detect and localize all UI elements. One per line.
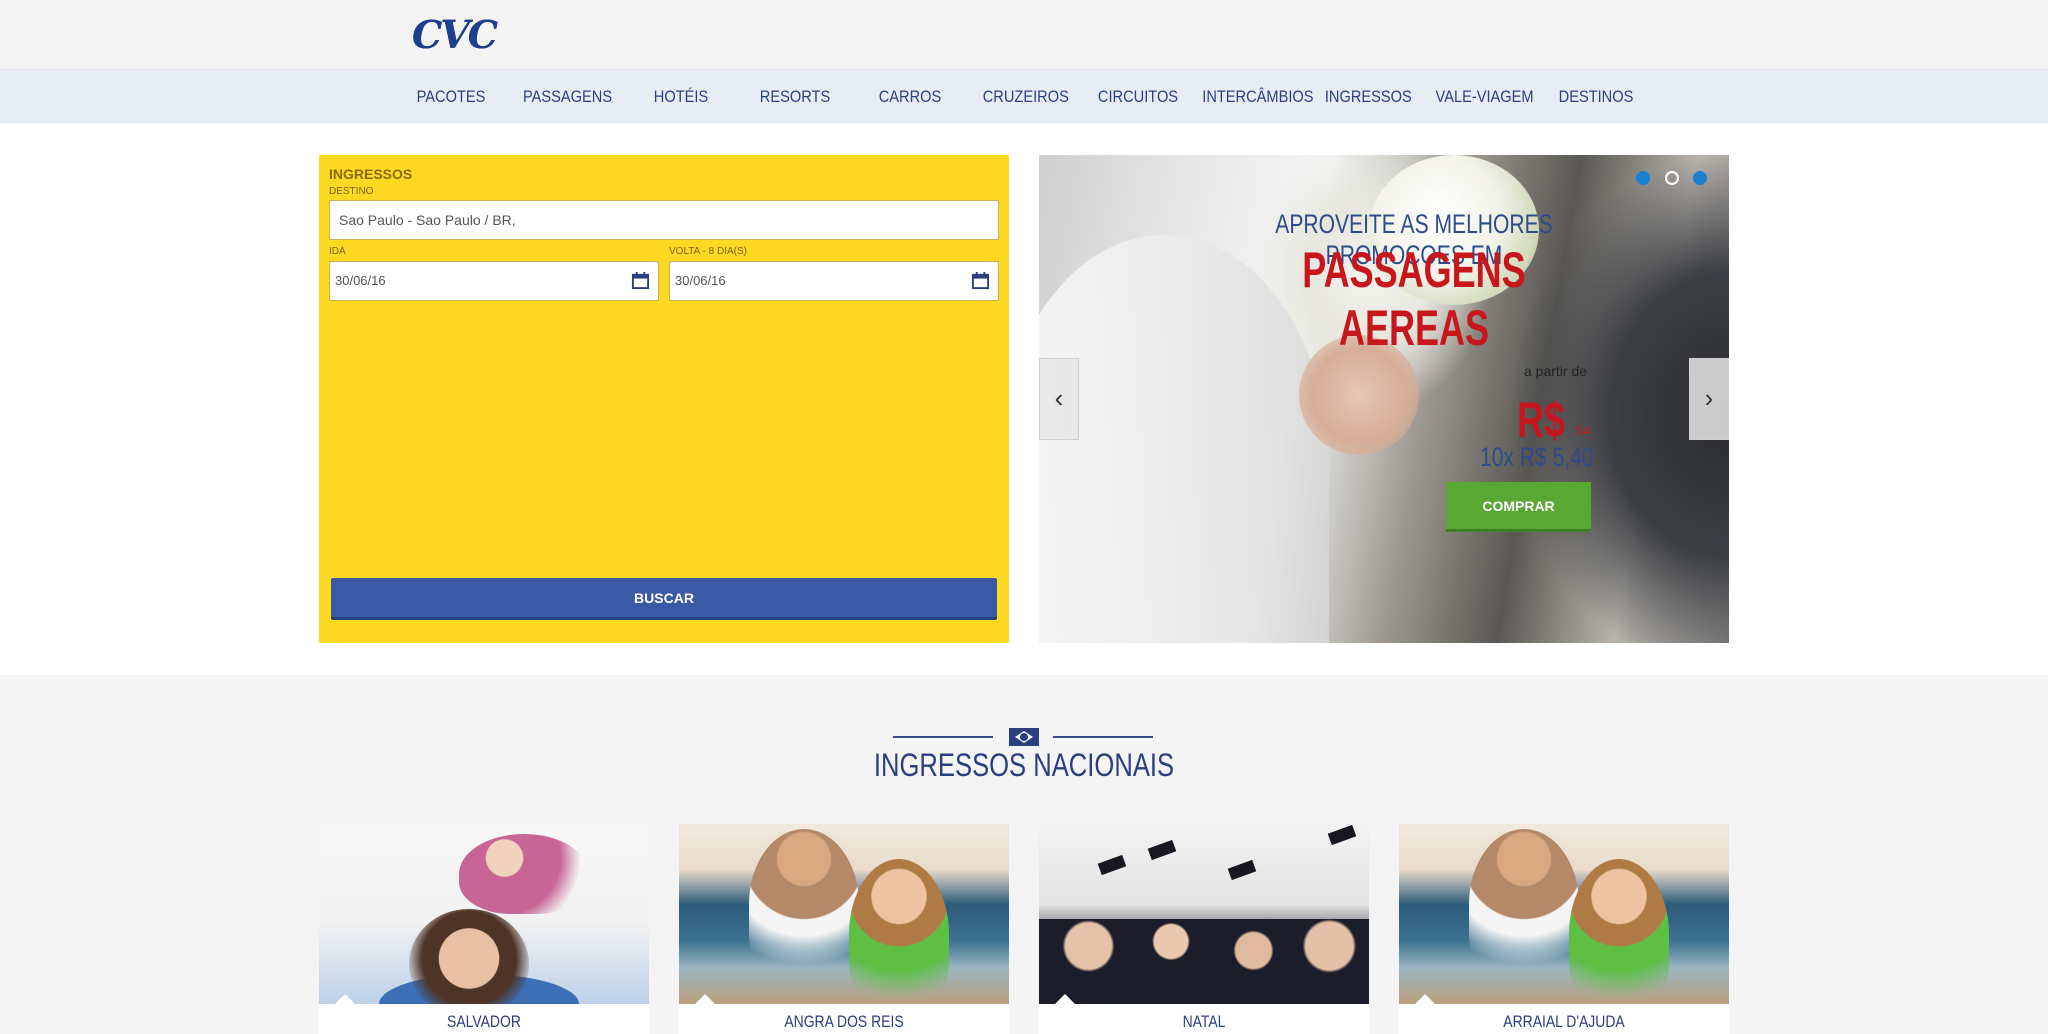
destino-label: DESTINO xyxy=(329,186,374,197)
nav-item-cruzeiros[interactable]: CRUZEIROS xyxy=(983,70,1069,123)
mother-shape xyxy=(749,829,859,979)
destination-card[interactable]: ARRAIAL D'AJUDA xyxy=(1399,824,1729,1034)
chevron-right-icon[interactable]: › xyxy=(1689,358,1729,440)
ida-label: IDA xyxy=(329,246,346,257)
nav-item-passagens[interactable]: PASSAGENS xyxy=(523,70,612,123)
divider-line xyxy=(893,736,993,738)
destination-card[interactable]: ANGRA DOS REIS xyxy=(679,824,1009,1034)
angra-dos-reis-image xyxy=(679,824,1009,1004)
natal-image xyxy=(1039,824,1369,1004)
destination-card[interactable]: NATAL xyxy=(1039,824,1369,1034)
ida-date-input[interactable]: 30/06/16 xyxy=(329,261,659,301)
hero-band xyxy=(0,123,2048,675)
search-button[interactable]: BUSCAR xyxy=(331,578,997,620)
volta-date-input[interactable]: 30/06/16 xyxy=(669,261,999,301)
card-notch xyxy=(1413,994,1437,1006)
father-shape xyxy=(409,909,529,1004)
flag-circle xyxy=(1020,733,1028,741)
promo-banner[interactable]: APROVEITE AS MELHORES PROMOCOES EM PASSA… xyxy=(1039,155,1729,643)
carousel-dot[interactable] xyxy=(1636,171,1651,185)
ida-date-value: 30/06/16 xyxy=(335,273,386,288)
section-title: INGRESSOS NACIONAIS xyxy=(873,747,1175,783)
cvc-logo[interactable]: CVC xyxy=(412,12,498,58)
search-title: INGRESSOS xyxy=(329,166,413,182)
crowd-shape xyxy=(1039,919,1369,1004)
buy-button[interactable]: COMPRAR xyxy=(1446,482,1591,532)
card-title: ANGRA DOS REIS xyxy=(784,1012,904,1031)
arraial-dajuda-image xyxy=(1399,824,1729,1004)
card-notch xyxy=(693,994,717,1006)
card-notch xyxy=(1053,994,1077,1006)
logo-text: CVC xyxy=(412,12,498,57)
chevron-left-icon[interactable]: ‹ xyxy=(1039,358,1079,440)
nav-item-intercambios[interactable]: INTERCÂMBIOS xyxy=(1202,70,1313,123)
grad-cap-shape xyxy=(1227,859,1257,881)
nav-item-resorts[interactable]: RESORTS xyxy=(755,70,836,123)
price-from-label: a partir de xyxy=(1524,363,1588,379)
carousel-dot[interactable] xyxy=(1693,171,1707,185)
price-cents: 54 xyxy=(1576,423,1591,438)
price-currency: R$ xyxy=(1517,392,1565,448)
salvador-image xyxy=(319,824,649,1004)
brazil-flag-icon xyxy=(1009,728,1039,746)
mother-shape xyxy=(1469,829,1579,979)
nav-item-destinos[interactable]: DESTINOS xyxy=(1555,70,1638,123)
girl-shape xyxy=(1569,859,1669,1004)
main-nav: PACOTES PASSAGENS HOTÉIS RESORTS CARROS … xyxy=(0,70,2048,123)
calendar-icon[interactable] xyxy=(971,271,990,290)
carousel-dot[interactable] xyxy=(1664,171,1679,185)
nav-item-vale-viagem[interactable]: VALE-VIAGEM xyxy=(1436,70,1534,123)
card-title: NATAL xyxy=(1182,1012,1226,1031)
carousel-dots xyxy=(1626,171,1707,190)
card-title: ARRAIAL D'AJUDA xyxy=(1503,1012,1625,1031)
grad-cap-shape xyxy=(1097,854,1127,876)
search-panel: INGRESSOS DESTINO Sao Paulo - Sao Paulo … xyxy=(319,155,1009,643)
price-installments: 10x R$ 5,40 xyxy=(1480,442,1594,472)
child-shape xyxy=(459,834,589,914)
card-title: SALVADOR xyxy=(447,1012,521,1031)
destination-card[interactable]: SALVADOR xyxy=(319,824,649,1034)
grad-cap-shape xyxy=(1327,824,1357,846)
grad-cap-shape xyxy=(1147,839,1177,861)
volta-date-value: 30/06/16 xyxy=(675,273,726,288)
destino-input[interactable]: Sao Paulo - Sao Paulo / BR, xyxy=(329,200,999,240)
card-notch xyxy=(333,994,357,1006)
promo-product: PASSAGENS AEREAS xyxy=(1302,242,1526,356)
top-header: CVC xyxy=(0,0,2048,70)
nav-item-ingressos[interactable]: INGRESSOS xyxy=(1325,70,1412,123)
nav-item-circuitos[interactable]: CIRCUITOS xyxy=(1097,70,1180,123)
calendar-icon[interactable] xyxy=(631,271,650,290)
nav-item-carros[interactable]: CARROS xyxy=(870,70,949,123)
girl-shape xyxy=(849,859,949,1004)
divider-line xyxy=(1053,736,1153,738)
volta-label: VOLTA - 8 DIA(S) xyxy=(669,246,747,257)
nav-item-pacotes[interactable]: PACOTES xyxy=(410,70,493,123)
nav-item-hoteis[interactable]: HOTÉIS xyxy=(641,70,720,123)
